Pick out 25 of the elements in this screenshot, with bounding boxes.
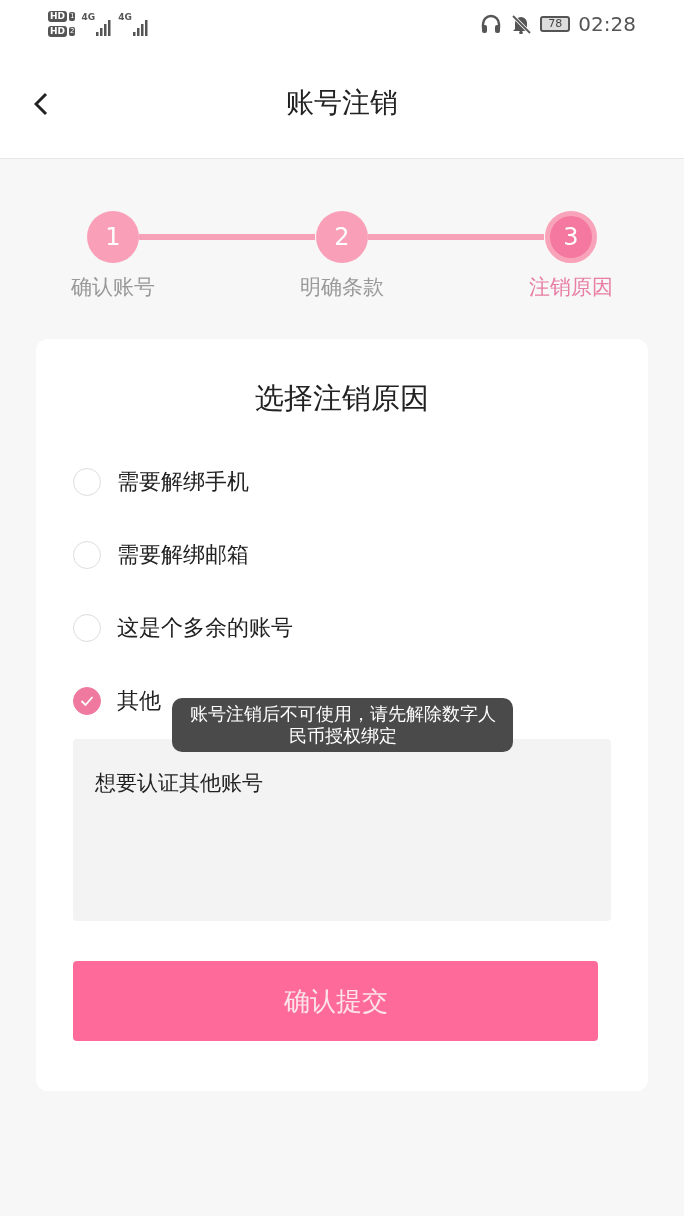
reason-label[interactable]: 这是个多余的账号 xyxy=(117,612,293,643)
network-type: 4G xyxy=(81,12,96,22)
sim-badge: HD xyxy=(48,26,67,37)
signal-icon xyxy=(96,20,113,36)
reason-label[interactable]: 其他 xyxy=(117,685,161,716)
sim-badge: HD xyxy=(48,11,67,22)
check-icon xyxy=(80,694,94,707)
reason-label[interactable]: 需要解绑邮箱 xyxy=(117,539,249,570)
network-type: 4G xyxy=(118,12,132,22)
battery-level: 78 xyxy=(548,18,563,30)
warning-toast: 账号注销后不可使用，请先解除数字人民币授权绑定 xyxy=(172,698,513,752)
signal-icon xyxy=(132,20,149,36)
step-circle: 1 xyxy=(87,211,139,263)
step-circle: 2 xyxy=(316,211,368,263)
step-label: 确认账号 xyxy=(71,274,155,301)
step-circle: 3 xyxy=(545,211,597,263)
headphones-icon xyxy=(480,14,503,34)
card-title: 选择注销原因 xyxy=(254,380,430,417)
clock-time: 02:28 xyxy=(578,12,636,36)
step-label: 注销原因 xyxy=(529,274,613,301)
muted-bell-icon xyxy=(510,14,533,34)
radio-button[interactable] xyxy=(73,686,101,715)
reason-label[interactable]: 需要解绑手机 xyxy=(117,466,249,497)
step-label: 明确条款 xyxy=(300,274,384,301)
page-title: 账号注销 xyxy=(286,85,398,121)
